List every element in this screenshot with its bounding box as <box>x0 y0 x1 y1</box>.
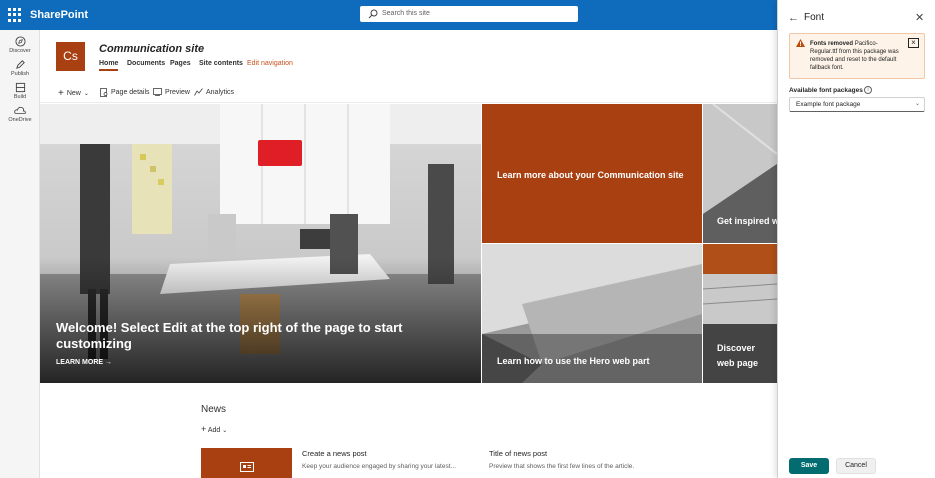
preview-button[interactable]: Preview <box>153 88 190 96</box>
app-name[interactable]: SharePoint <box>30 9 88 21</box>
news-item-2-title[interactable]: Title of news post <box>489 449 547 458</box>
preview-label: Preview <box>165 88 190 96</box>
rail-item-discover[interactable]: Discover <box>0 36 40 54</box>
nav-home[interactable]: Home <box>99 60 119 71</box>
app-bar: Discover Publish Build OneDrive <box>0 30 40 478</box>
new-label: New <box>66 90 81 97</box>
rail-label: Build <box>13 94 27 100</box>
pencil-icon <box>15 60 25 69</box>
nav-documents[interactable]: Documents <box>127 60 165 67</box>
close-icon[interactable]: ✕ <box>915 11 924 24</box>
plus-icon: + <box>58 88 64 99</box>
news-thumbnail[interactable] <box>201 448 292 478</box>
rail-item-publish[interactable]: Publish <box>0 59 40 77</box>
command-bar-divider <box>40 102 777 103</box>
news-item-1-summary: Keep your audience engaged by sharing yo… <box>302 463 456 470</box>
warning-title: Fonts removed <box>810 41 854 47</box>
font-packages-label: Available font packages <box>789 87 863 94</box>
news-heading: News <box>201 404 227 415</box>
plus-icon: + <box>201 424 207 434</box>
cloud-icon <box>14 106 26 114</box>
preview-icon <box>153 88 162 96</box>
analytics-icon <box>194 88 203 96</box>
hero-learn-more-link[interactable]: LEARN MORE → <box>56 359 112 366</box>
news-add-button[interactable]: + Add ⌄ <box>201 424 227 434</box>
dismiss-warning-button[interactable]: × <box>908 38 919 48</box>
save-button[interactable]: Save <box>789 458 829 474</box>
chevron-down-icon: ⌄ <box>914 101 920 107</box>
hero-tile-1[interactable]: Learn more about your Communication site <box>482 104 702 243</box>
hero-main-title[interactable]: Welcome! Select Edit at the top right of… <box>56 320 416 352</box>
nav-edit-navigation[interactable]: Edit navigation <box>247 60 293 67</box>
learn-more-label: LEARN MORE <box>56 359 104 366</box>
page-details-button[interactable]: Page details <box>100 88 150 97</box>
analytics-label: Analytics <box>206 88 235 96</box>
app-launcher-icon[interactable] <box>8 8 22 22</box>
build-icon <box>15 82 25 93</box>
cancel-button[interactable]: Cancel <box>836 458 876 474</box>
search-placeholder: Search this site <box>382 10 430 17</box>
arrow-right-icon: → <box>105 359 113 366</box>
warning-text: Fonts removed Pacifico-Regular.ttf from … <box>810 40 905 72</box>
info-icon[interactable]: i <box>864 86 872 94</box>
nav-pages[interactable]: Pages <box>170 60 191 67</box>
nav-site-contents[interactable]: Site contents <box>199 60 243 67</box>
rail-label: Publish <box>10 71 30 77</box>
rail-label: Discover <box>9 48 31 54</box>
back-arrow-icon[interactable]: ← <box>788 12 799 24</box>
font-panel: ← Font ✕ Fonts removed Pacifico-Regular.… <box>777 0 935 478</box>
news-item-1-title[interactable]: Create a news post <box>302 449 367 458</box>
news-item-2-summary: Preview that shows the first few lines o… <box>489 463 635 470</box>
page-details-label: Page details <box>111 89 150 96</box>
hero-tile-4-title: Discover web page <box>717 343 759 368</box>
compass-icon <box>14 36 26 47</box>
hero-tile-3-title: Learn how to use the Hero web part <box>497 356 650 366</box>
analytics-button[interactable]: Analytics <box>194 88 234 96</box>
selected-font-package: Example font package <box>796 101 861 108</box>
rail-item-build[interactable]: Build <box>0 82 40 100</box>
hero-tile-2-title: Get inspired w <box>717 216 777 226</box>
chevron-down-icon: ⌄ <box>222 428 228 434</box>
chevron-down-icon: ⌄ <box>83 91 89 97</box>
warning-message: Fonts removed Pacifico-Regular.ttf from … <box>789 33 925 79</box>
site-title[interactable]: Communication site <box>99 43 204 55</box>
panel-title: Font <box>804 12 825 23</box>
hero-tile-2[interactable]: Get inspired w <box>703 104 777 243</box>
hero-main-tile[interactable]: Welcome! Select Edit at the top right of… <box>40 104 481 383</box>
hero-tile-3[interactable]: Learn how to use the Hero web part <box>482 244 702 383</box>
new-button[interactable]: + New ⌄ <box>58 88 89 99</box>
search-icon <box>368 9 378 19</box>
hero-tile-4[interactable]: Discover web page <box>703 244 777 383</box>
rail-label: OneDrive <box>8 117 32 123</box>
search-input[interactable]: Search this site <box>360 6 578 22</box>
page-details-icon <box>100 88 108 97</box>
site-logo[interactable]: Cs <box>56 42 85 71</box>
news-icon <box>240 462 254 472</box>
font-package-dropdown[interactable]: Example font package ⌄ <box>789 97 925 112</box>
add-label: Add <box>207 427 221 434</box>
warning-icon <box>796 39 805 47</box>
hero-tile-1-title: Learn more about your Communication site <box>497 170 684 180</box>
rail-item-onedrive[interactable]: OneDrive <box>0 105 40 123</box>
